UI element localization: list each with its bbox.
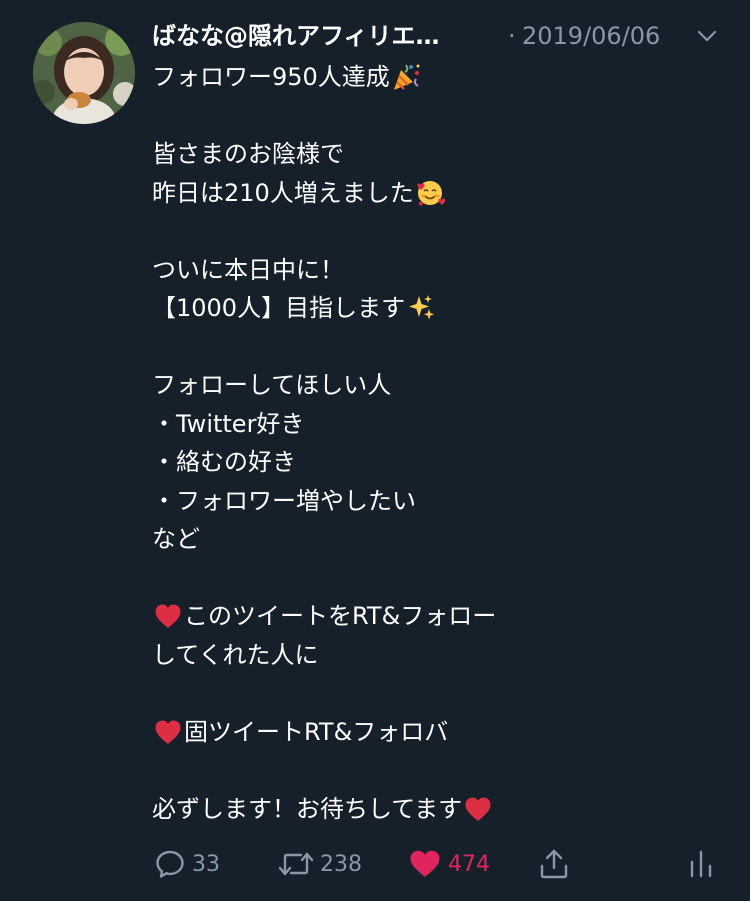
tweet-line-text: 昨日は210人増えました xyxy=(152,178,414,207)
tweet-line-text: このツイートをRT&フォロー xyxy=(184,602,497,630)
tweet-line: 皆さまのお陰様で xyxy=(152,135,732,174)
heart-filled-icon xyxy=(410,850,440,877)
tweet-line: ・Twitter好き xyxy=(152,405,732,444)
tweet-line: 必ずします！お待ちしてます xyxy=(152,790,732,829)
retweet-icon xyxy=(278,852,314,876)
red-heart-icon xyxy=(153,601,183,631)
tweet-line-text: 皆さまのお陰様で xyxy=(152,140,344,168)
tweet-line-text: 必ずします！お待ちしてます xyxy=(152,794,463,823)
like-button[interactable]: 474 xyxy=(408,842,490,886)
tweet-line: ついに本日中に！ xyxy=(152,251,732,290)
smiling-face-with-hearts-icon xyxy=(415,178,446,208)
tweet-date[interactable]: 2019/06/06 xyxy=(522,19,660,53)
tweet-line-text: ついに本日中に！ xyxy=(152,255,344,284)
tweet-line-text: 固ツイートRT&フォロバ xyxy=(184,717,449,746)
meta-separator: · xyxy=(508,22,516,50)
tweet-line: 【1000人】目指します xyxy=(152,289,732,328)
analytics-button[interactable] xyxy=(688,842,714,886)
tweet-line: フォロワー950人達成 xyxy=(152,58,732,97)
like-count: 474 xyxy=(448,851,490,877)
tweet-line-text: など xyxy=(152,525,200,553)
chevron-down-icon[interactable] xyxy=(696,25,718,47)
tweet-line-text: ・絡むの好き xyxy=(152,448,296,476)
tweet-line-text: してくれた人に xyxy=(152,640,319,669)
tweet-text: フォロワー950人達成 皆さまのお陰様で昨日は210人増えました ついに本日中に！ 【… xyxy=(152,58,732,828)
tweet-line: してくれた人に xyxy=(152,636,732,675)
red-heart-icon xyxy=(153,717,183,747)
tweet-line xyxy=(152,751,732,790)
retweet-button[interactable]: 238 xyxy=(278,842,362,886)
tweet-line xyxy=(152,674,732,713)
reply-button[interactable]: 33 xyxy=(154,842,220,886)
tweet-actions: 33 238 474 xyxy=(0,842,750,886)
tweet-line: 固ツイートRT&フォロバ xyxy=(152,713,732,752)
tweet-header: ばなな@隠れアフィリエ… · 2019/06/06 xyxy=(152,17,732,57)
author-name[interactable]: ばなな@隠れアフィリエ… xyxy=(152,19,440,53)
tweet-line xyxy=(152,559,732,598)
tweet-line-text: ・フォロワー増やしたい xyxy=(152,486,416,515)
retweet-count: 238 xyxy=(320,851,362,877)
tweet-line-text: フォローしてほしい人 xyxy=(152,371,392,399)
tweet-line xyxy=(152,97,732,136)
reply-count: 33 xyxy=(192,851,220,877)
tweet-line: など xyxy=(152,520,732,559)
red-heart-icon xyxy=(463,794,493,824)
share-button[interactable] xyxy=(538,842,570,886)
tweet-line: 昨日は210人増えました xyxy=(152,174,732,213)
tweet-line xyxy=(152,212,732,251)
tweet-line xyxy=(152,328,732,367)
sparkles-icon xyxy=(406,293,436,323)
analytics-icon xyxy=(690,850,712,878)
author-avatar[interactable] xyxy=(33,22,135,124)
tweet-line: このツイートをRT&フォロー xyxy=(152,597,732,636)
tweet-line-text: ・Twitter好き xyxy=(152,409,305,438)
share-icon xyxy=(540,849,568,879)
tweet-line: フォローしてほしい人 xyxy=(152,366,732,405)
party-popper-icon xyxy=(391,62,421,92)
tweet-line: ・絡むの好き xyxy=(152,443,732,482)
tweet-line: ・フォロワー増やしたい xyxy=(152,482,732,521)
tweet-line-text: 【1000人】目指します xyxy=(152,294,406,322)
reply-icon xyxy=(156,850,184,878)
tweet-line-text: フォロワー950人達成 xyxy=(152,63,390,91)
